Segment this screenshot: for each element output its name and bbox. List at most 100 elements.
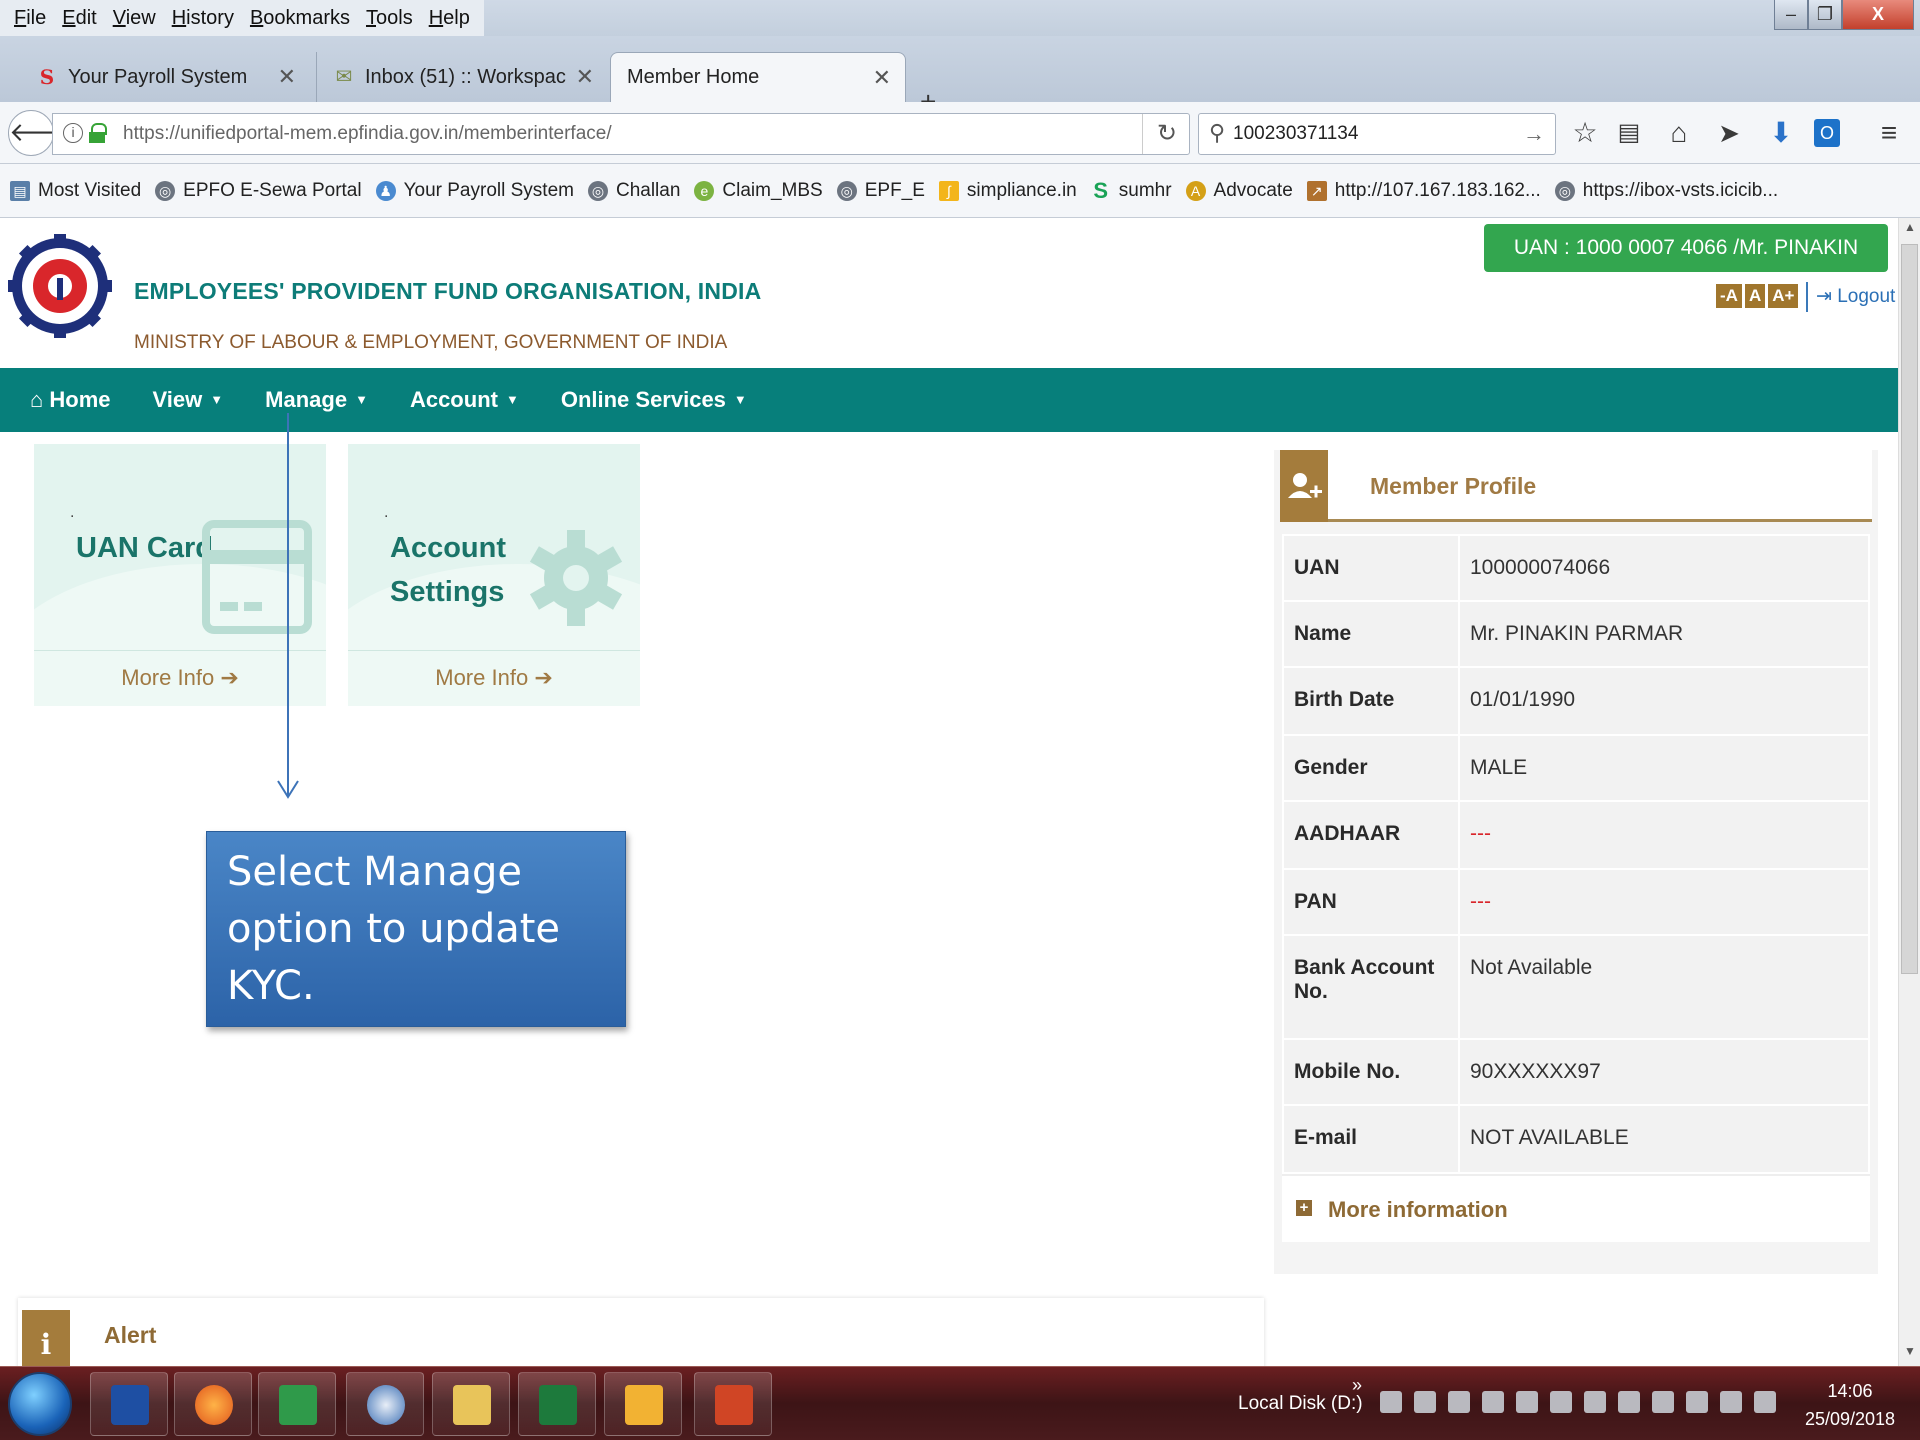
profile-field-value: --- (1458, 800, 1870, 870)
bookmark-sumhr[interactable]: Ssumhr (1091, 179, 1171, 202)
url-text[interactable]: https://unifiedportal-mem.epfindia.gov.i… (123, 114, 612, 154)
home-icon: ⌂ (30, 387, 50, 412)
nav-view[interactable]: View ▼ (153, 368, 224, 432)
scroll-down-icon[interactable]: ▼ (1899, 1344, 1920, 1364)
outlook-icon[interactable] (604, 1372, 682, 1436)
menu-tools[interactable]: Tools (358, 0, 421, 36)
tray-app-icon[interactable] (1618, 1391, 1640, 1413)
more-information-link[interactable]: + More information (1282, 1174, 1870, 1242)
close-tab-icon[interactable]: ✕ (873, 65, 891, 91)
download-icon[interactable]: ⬇ (1764, 116, 1798, 150)
tab-label: Inbox (51) :: Workspace We... (365, 65, 566, 88)
bookmark-ip-link[interactable]: ↗ http://107.167.183.162... (1306, 180, 1541, 202)
bookmark-most-visited[interactable]: ▤ Most Visited (10, 180, 141, 202)
outlook-icon[interactable]: O (1814, 119, 1840, 147)
profile-field-value: --- (1458, 868, 1870, 936)
chrome-icon[interactable] (1754, 1391, 1776, 1413)
bookmark-simpliance[interactable]: ∫ simpliance.in (938, 180, 1077, 202)
scroll-up-icon[interactable]: ▲ (1899, 220, 1920, 240)
reload-icon[interactable]: ↻ (1141, 114, 1177, 154)
bookmark-folder-icon: ▤ (10, 180, 30, 201)
menu-view[interactable]: View (105, 0, 164, 36)
profile-row: AADHAAR --- (1282, 800, 1870, 870)
back-button[interactable]: 🡐 (8, 110, 79, 156)
bookmark-epfo-e-sewa[interactable]: ◎ EPFO E-Sewa Portal (155, 180, 362, 202)
star-icon[interactable]: ☆ (1568, 116, 1602, 150)
logout-icon: ⇥ (1816, 286, 1838, 307)
nav-home[interactable]: ⌂ Home (30, 368, 111, 432)
tray-app-icon[interactable] (1448, 1391, 1470, 1413)
system-clock[interactable]: 14:06 25/09/2018 (1790, 1377, 1910, 1433)
thunderbird-icon[interactable] (346, 1372, 424, 1436)
bookmark-epf-e[interactable]: ◎ EPF_E (836, 180, 925, 202)
file-explorer-icon[interactable] (432, 1372, 510, 1436)
menu-bookmarks[interactable]: Bookmarks (242, 0, 358, 36)
firefox-icon[interactable] (174, 1372, 252, 1436)
windows-start-icon[interactable] (8, 1372, 72, 1436)
excel-icon[interactable] (518, 1372, 596, 1436)
send-icon[interactable]: ➤ (1712, 116, 1746, 150)
hamburger-menu-icon[interactable]: ≡ (1872, 116, 1906, 150)
caret-down-icon: ▼ (733, 392, 747, 407)
profile-row: UAN 100000074066 (1282, 534, 1870, 602)
search-go-icon[interactable]: → (1523, 114, 1545, 154)
nav-online-services[interactable]: Online Services ▼ (561, 368, 747, 432)
font-increase-button[interactable]: A+ (1768, 284, 1799, 308)
close-tab-icon[interactable]: ✕ (278, 64, 296, 90)
menu-bar: File Edit View History Bookmarks Tools H… (0, 0, 1920, 36)
bookmark-your-payroll[interactable]: ♟ Your Payroll System (375, 180, 574, 202)
caret-down-icon: ▼ (355, 392, 368, 407)
nav-account[interactable]: Account ▼ (410, 368, 519, 432)
local-disk-toolbar[interactable]: Local Disk (D:) (1238, 1367, 1363, 1440)
tray-app-icon[interactable] (1516, 1391, 1538, 1413)
network-icon[interactable] (1550, 1391, 1572, 1413)
tray-app-icon[interactable] (1380, 1391, 1402, 1413)
address-bar[interactable]: i https://unifiedportal-mem.epfindia.gov… (52, 113, 1190, 155)
maximize-button[interactable]: ❐ (1808, 0, 1842, 30)
action-center-flag-icon[interactable] (1414, 1391, 1436, 1413)
minimize-button[interactable]: – (1774, 0, 1808, 30)
search-input[interactable]: ⚲ 100230371134 → (1198, 113, 1556, 155)
tray-app-icon[interactable] (1720, 1391, 1742, 1413)
menu-file[interactable]: File (6, 0, 54, 36)
scroll-thumb[interactable] (1901, 244, 1918, 974)
font-decrease-button[interactable]: -A (1716, 284, 1742, 308)
font-normal-button[interactable]: A (1744, 284, 1766, 308)
scrollbar[interactable]: ▲ ▼ (1898, 218, 1920, 1366)
account-settings-tile[interactable]: . Account Settings More Info ➔ (348, 444, 640, 706)
home-icon[interactable]: ⌂ (1662, 116, 1696, 150)
battery-icon[interactable] (1584, 1391, 1606, 1413)
simpliance-icon: ∫ (938, 180, 959, 201)
menu-edit[interactable]: Edit (54, 0, 104, 36)
info-icon[interactable]: i (63, 123, 83, 143)
menu-history[interactable]: History (164, 0, 242, 36)
search-value[interactable]: 100230371134 (1233, 114, 1358, 154)
tab-your-payroll-system[interactable]: S Your Payroll System ✕ (20, 52, 310, 102)
alert-panel: i Alert (18, 1298, 1264, 1366)
bookmark-claim-mbs[interactable]: e Claim_MBS (694, 180, 823, 202)
powerpoint-icon[interactable] (694, 1372, 772, 1436)
dropbox-icon[interactable] (1686, 1391, 1708, 1413)
menu-help[interactable]: Help (421, 0, 478, 36)
tray-app-icon[interactable] (1652, 1391, 1674, 1413)
toolbar-overflow-icon[interactable]: » (1352, 1375, 1362, 1396)
excel-refresh-icon[interactable] (258, 1372, 336, 1436)
profile-field-label: Mobile No. (1282, 1038, 1460, 1106)
globe-icon: ◎ (155, 180, 176, 201)
bookmark-challan[interactable]: ◎ Challan (587, 180, 680, 202)
bookmark-advocate[interactable]: A Advocate (1185, 180, 1293, 202)
powershell-icon[interactable] (90, 1372, 168, 1436)
profile-row: Bank Account No. Not Available (1282, 934, 1870, 1040)
close-window-button[interactable]: X (1842, 0, 1914, 30)
more-info-link[interactable]: More Info ➔ (348, 650, 640, 706)
profile-field-label: PAN (1282, 868, 1460, 936)
bookmark-ibox[interactable]: ◎ https://ibox-vsts.icicib... (1554, 180, 1778, 202)
tab-member-home[interactable]: Member Home ✕ (610, 52, 906, 102)
close-tab-icon[interactable]: ✕ (576, 64, 594, 90)
uan-badge: UAN : 1000 0007 4066 /Mr. PINAKIN PARMAR (1484, 224, 1888, 307)
logout-link[interactable]: ⇥ Logout (1806, 282, 1895, 312)
tab-inbox[interactable]: ✉ Inbox (51) :: Workspace We... ✕ (316, 52, 608, 102)
reading-list-icon[interactable]: ▤ (1612, 116, 1646, 150)
page-content: EMPLOYEES' PROVIDENT FUND ORGANISATION, … (0, 218, 1898, 1366)
volume-icon[interactable] (1482, 1391, 1504, 1413)
